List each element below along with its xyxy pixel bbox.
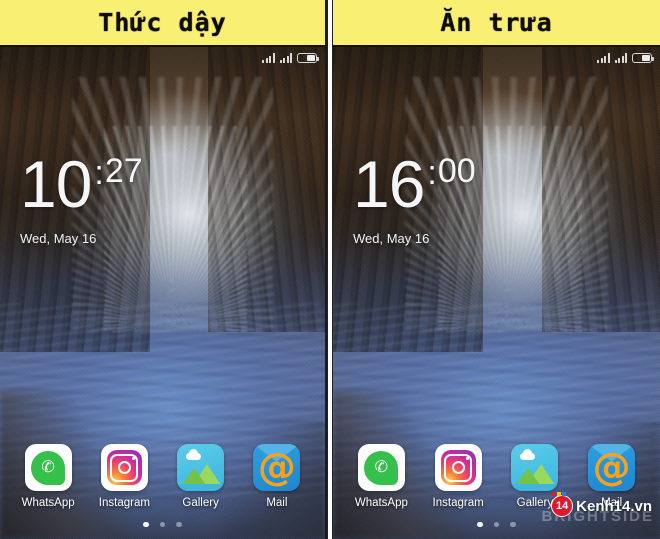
app-label-instagram: Instagram — [98, 497, 150, 509]
instagram-icon[interactable] — [100, 444, 148, 491]
lockscreen-date-left: Wed, May 16 — [20, 230, 97, 246]
whatsapp-icon[interactable]: ✆ — [24, 444, 72, 491]
kenh14-badge-icon: 14 — [551, 492, 574, 517]
phone-comparison-figure: Thức dậy 10 : 27 Wed, May 16 ✆ WhatsApp … — [0, 0, 660, 539]
status-bar-left — [262, 51, 319, 65]
whatsapp-icon[interactable]: ✆ — [357, 444, 405, 491]
mail-icon[interactable]: @ — [253, 444, 301, 491]
caption-bar-left: Thức dậy — [0, 0, 325, 47]
clock-time-right: 16 : 00 — [353, 147, 476, 221]
kenh14-wordmark: Kenh14.vn — [576, 497, 652, 515]
signal-bars-icon-2 — [279, 53, 292, 63]
clock-colon: : — [94, 154, 104, 192]
app-label-whatsapp: WhatsApp — [21, 497, 75, 509]
phone-screen-right: 16 : 00 Wed, May 16 ✆ WhatsApp Instagram… — [333, 47, 660, 539]
panel-right: Ăn trưa 16 : 00 Wed, May 16 ✆ WhatsApp I… — [333, 0, 660, 539]
app-label-mail: Mail — [266, 497, 288, 509]
clock-hour: 10 — [20, 147, 92, 221]
lockscreen-clock-left: 10 : 27 Wed, May 16 — [20, 147, 143, 246]
clock-minute: 00 — [437, 152, 476, 190]
app-label-whatsapp: WhatsApp — [354, 497, 408, 509]
page-dot-3[interactable] — [176, 521, 182, 527]
caption-label-right: Ăn trưa — [440, 8, 553, 37]
phone-screen-left: 10 : 27 Wed, May 16 ✆ WhatsApp Instagram… — [0, 47, 325, 539]
app-whatsapp[interactable]: ✆ WhatsApp — [348, 444, 414, 509]
lockscreen-clock-right: 16 : 00 Wed, May 16 — [353, 147, 476, 246]
app-mail[interactable]: @ Mail — [244, 444, 310, 509]
signal-bars-icon-1 — [597, 53, 610, 63]
panel-left: Thức dậy 10 : 27 Wed, May 16 ✆ WhatsApp … — [0, 0, 327, 539]
gallery-icon[interactable] — [511, 444, 559, 491]
gallery-icon[interactable] — [177, 444, 225, 491]
page-dot-3[interactable] — [510, 521, 516, 527]
mail-icon[interactable]: @ — [588, 444, 636, 491]
clock-minute: 27 — [104, 152, 143, 190]
page-dot-2[interactable] — [493, 521, 500, 527]
page-indicator-left[interactable] — [0, 521, 325, 527]
battery-icon — [297, 53, 319, 63]
page-dot-2[interactable] — [159, 521, 166, 527]
caption-label-left: Thức dậy — [98, 8, 227, 37]
battery-icon — [632, 53, 654, 63]
instagram-icon[interactable] — [434, 444, 482, 491]
lockscreen-date-right: Wed, May 16 — [353, 230, 430, 246]
kenh14-badge-number: 14 — [556, 499, 569, 512]
watermark-kenh14: 14 Kenh14.vn — [551, 492, 652, 517]
page-dot-1[interactable] — [477, 521, 483, 527]
signal-bars-icon-1 — [262, 53, 275, 63]
clock-time-left: 10 : 27 — [20, 147, 143, 221]
caption-bar-right: Ăn trưa — [333, 0, 660, 47]
clock-colon: : — [427, 154, 437, 192]
status-bar-right — [597, 51, 654, 65]
app-instagram[interactable]: Instagram — [91, 444, 157, 509]
app-gallery[interactable]: Gallery — [168, 444, 234, 509]
app-whatsapp[interactable]: ✆ WhatsApp — [15, 444, 81, 509]
page-dot-1[interactable] — [143, 521, 149, 527]
signal-bars-icon-2 — [614, 53, 627, 63]
app-instagram[interactable]: Instagram — [425, 444, 491, 509]
app-label-gallery: Gallery — [182, 497, 219, 509]
dock-left: ✆ WhatsApp Instagram Gallery @ Mail — [0, 444, 325, 509]
app-label-instagram: Instagram — [432, 497, 484, 509]
clock-hour: 16 — [353, 147, 425, 221]
